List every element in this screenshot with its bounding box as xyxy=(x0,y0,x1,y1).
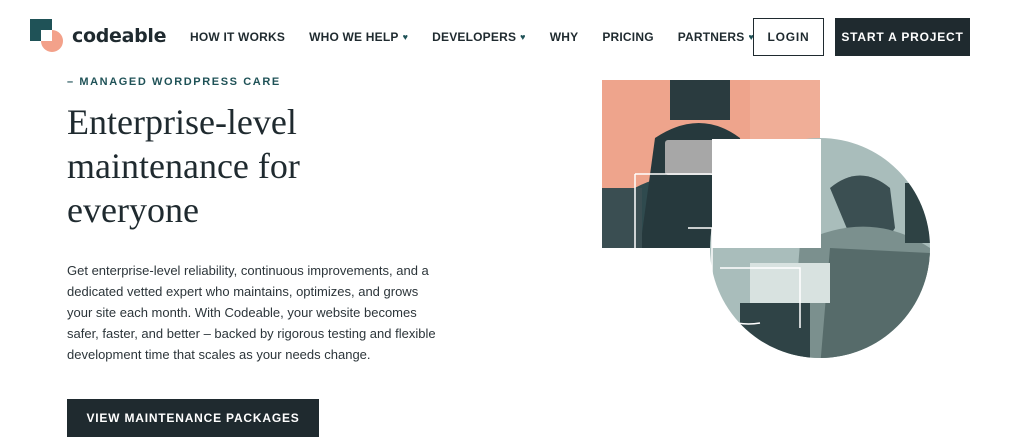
nav-item-label: WHY xyxy=(549,30,579,44)
nav-item-label: WHO WE HELP xyxy=(309,30,399,44)
main-nav: HOW IT WORKS WHO WE HELP ♥ DEVELOPERS ♥ … xyxy=(190,30,754,44)
view-maintenance-packages-button[interactable]: VIEW MAINTENANCE PACKAGES xyxy=(67,399,319,437)
nav-item-label: DEVELOPERS xyxy=(432,30,517,44)
start-project-button[interactable]: START A PROJECT xyxy=(835,18,970,56)
nav-item-who-we-help[interactable]: WHO WE HELP ♥ xyxy=(309,30,408,44)
site-header: codeable HOW IT WORKS WHO WE HELP ♥ DEVE… xyxy=(0,0,1024,76)
nav-item-how-it-works[interactable]: HOW IT WORKS xyxy=(190,30,285,44)
codeable-logo-icon xyxy=(30,19,64,53)
headline-line: maintenance for xyxy=(67,146,300,186)
login-button[interactable]: LOGIN xyxy=(753,18,824,56)
nav-item-why[interactable]: WHY xyxy=(550,30,579,44)
nav-item-partners[interactable]: PARTNERS ♥ xyxy=(678,30,754,44)
nav-item-label: HOW IT WORKS xyxy=(190,30,286,44)
hero-headline: Enterprise-level maintenance for everyon… xyxy=(67,100,427,232)
heart-icon: ♥ xyxy=(520,31,526,42)
nav-item-developers[interactable]: DEVELOPERS ♥ xyxy=(432,30,526,44)
heart-icon: ♥ xyxy=(402,31,409,42)
nav-item-pricing[interactable]: PRICING xyxy=(602,30,653,44)
hero-eyebrow: – MANAGED WORDPRESS CARE xyxy=(67,76,281,88)
codeable-logo[interactable]: codeable xyxy=(30,19,167,53)
hero-illustration xyxy=(602,80,930,358)
nav-item-label: PRICING xyxy=(602,30,654,44)
nav-item-label: PARTNERS xyxy=(677,30,745,44)
logo-text: codeable xyxy=(72,25,167,47)
headline-line: everyone xyxy=(67,190,199,230)
hero-description: Get enterprise-level reliability, contin… xyxy=(67,263,436,362)
headline-line: Enterprise-level xyxy=(67,102,297,142)
